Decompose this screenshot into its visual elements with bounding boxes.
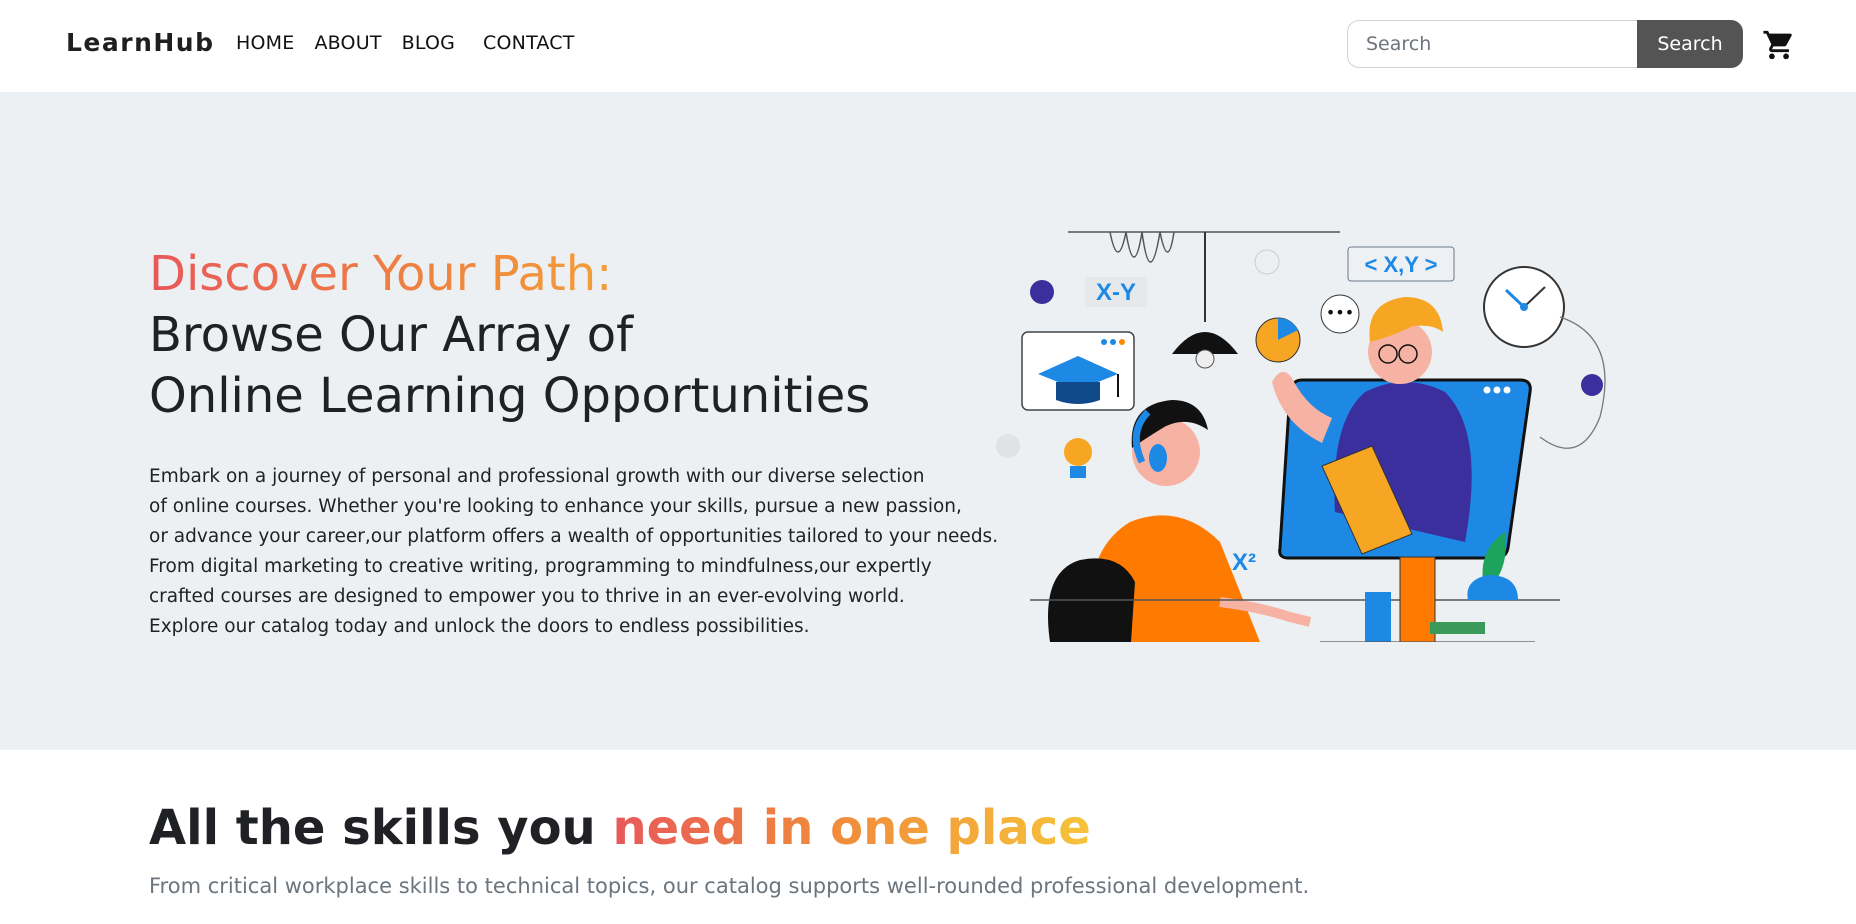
- nav-link-contact[interactable]: CONTACT: [483, 32, 575, 54]
- search-input[interactable]: [1347, 20, 1637, 68]
- search-form: Search: [1347, 20, 1743, 68]
- skills-title: All the skills you need in one place: [149, 800, 1091, 856]
- skills-title-prefix: All the skills you: [149, 800, 613, 856]
- hero-description-line: From digital marketing to creative writi…: [149, 556, 932, 577]
- svg-text:•••: •••: [1326, 303, 1354, 322]
- formula-x-squared: X²: [1232, 549, 1256, 576]
- navbar: LearnHub HOME ABOUT BLOG CONTACT Search: [0, 0, 1856, 92]
- hero-description-line: Explore our catalog today and unlock the…: [149, 616, 810, 637]
- formula-xy-minus: X-Y: [1096, 279, 1136, 306]
- formula-xy-vector: < X,Y >: [1365, 252, 1438, 277]
- nav-link-home[interactable]: HOME: [236, 32, 294, 54]
- hero-description-line: crafted courses are designed to empower …: [149, 586, 905, 607]
- hero-illustration: X-Y < X,Y > X² •••: [996, 231, 1606, 642]
- skills-title-highlight: need in one place: [612, 800, 1091, 856]
- hero-title-line-3: Online Learning Opportunities: [149, 368, 871, 424]
- search-button[interactable]: Search: [1637, 20, 1743, 68]
- hero-title: Discover Your Path: Browse Our Array of …: [149, 244, 870, 427]
- cart-icon[interactable]: [1762, 28, 1796, 62]
- nav-links: HOME ABOUT BLOG CONTACT: [236, 32, 595, 54]
- hero-section: Discover Your Path: Browse Our Array of …: [0, 92, 1856, 750]
- hero-description: Embark on a journey of personal and prof…: [149, 462, 999, 642]
- hero-description-line: or advance your career,our platform offe…: [149, 526, 999, 547]
- hero-title-highlight: Discover Your Path:: [149, 244, 870, 305]
- brand-logo[interactable]: LearnHub: [66, 28, 215, 57]
- hero-description-line: of online courses. Whether you're lookin…: [149, 496, 962, 517]
- nav-link-blog[interactable]: BLOG: [402, 32, 455, 54]
- hero-description-line: Embark on a journey of personal and prof…: [149, 466, 925, 487]
- skills-subtitle: From critical workplace skills to techni…: [149, 874, 1310, 898]
- nav-link-about[interactable]: ABOUT: [314, 32, 381, 54]
- hero-title-line-2: Browse Our Array of: [149, 307, 634, 363]
